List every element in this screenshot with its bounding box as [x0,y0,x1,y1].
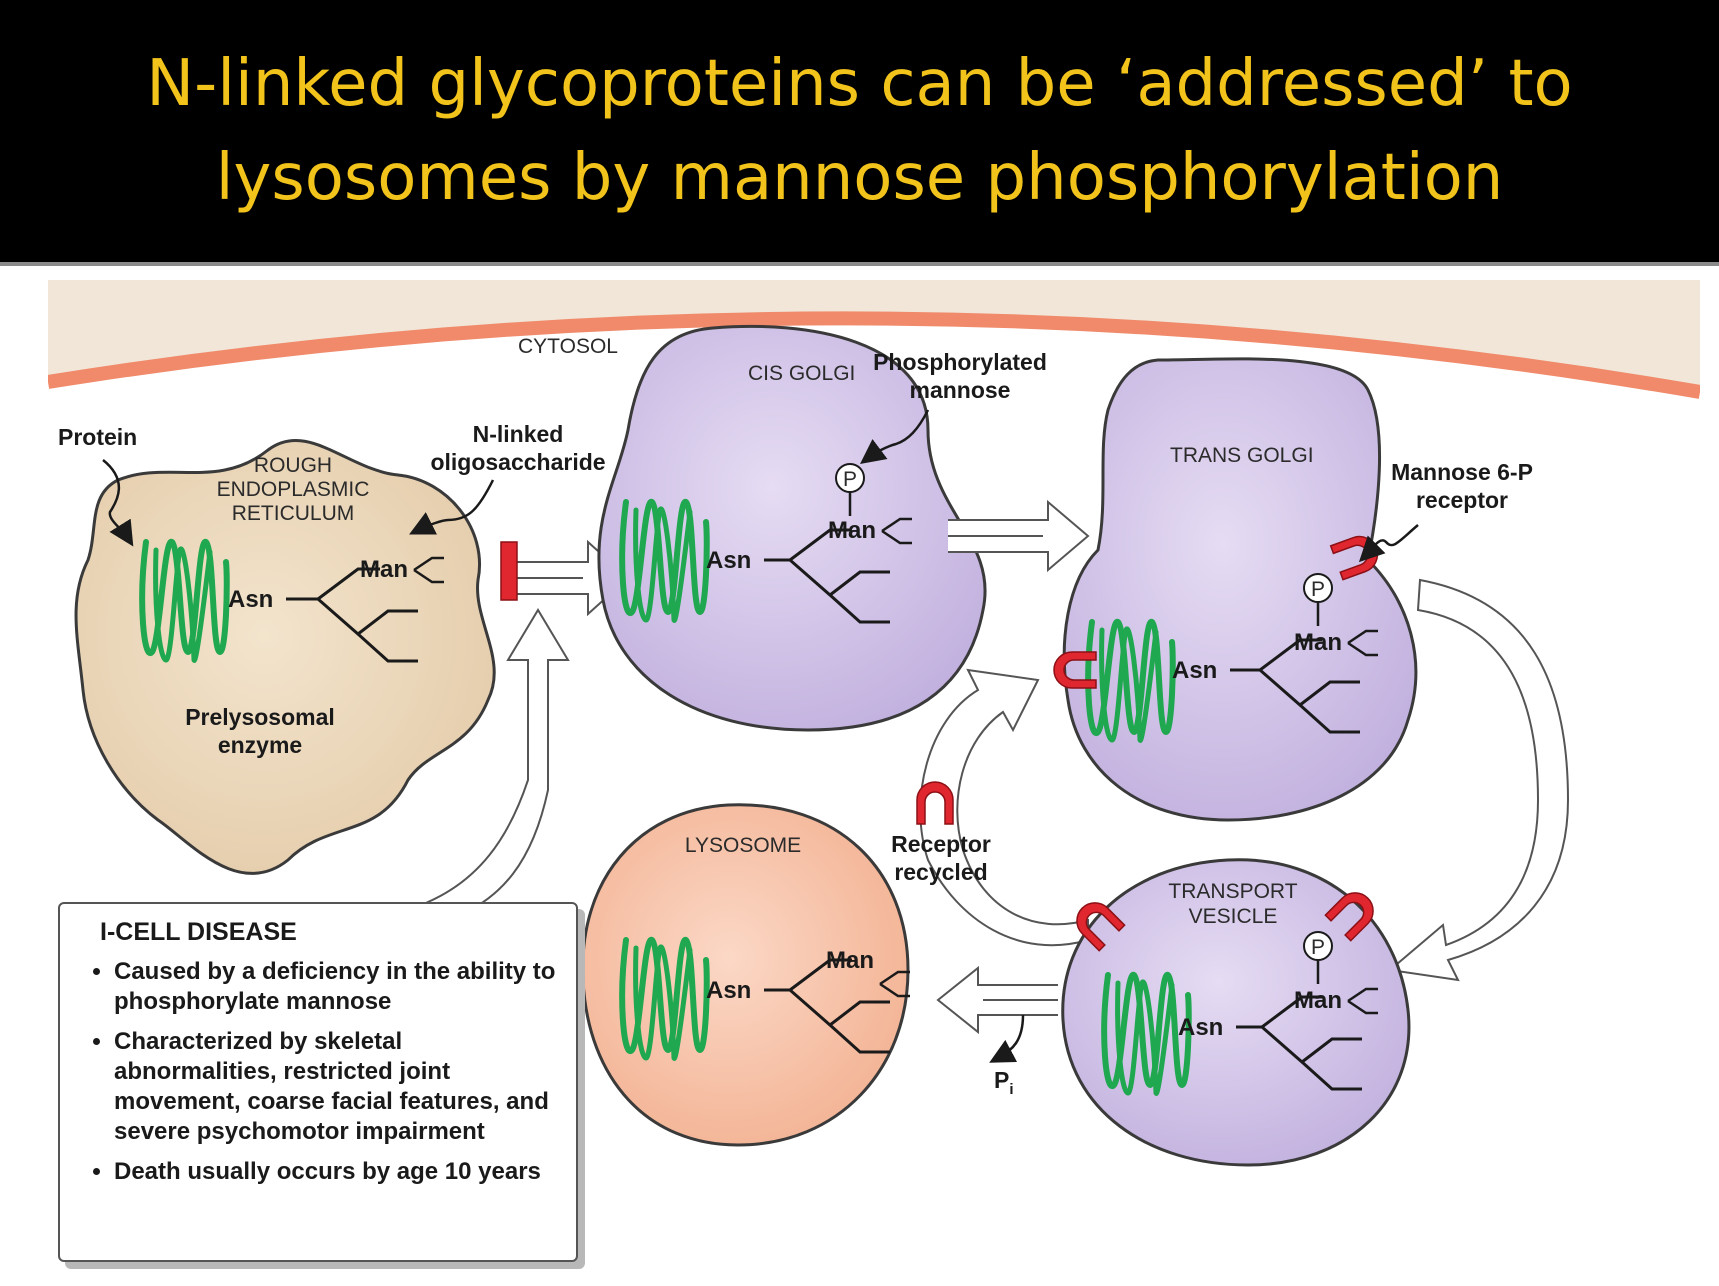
cis-golgi-asn-label: Asn [706,547,751,574]
lysosome-targeting-figure: CYTOSOL ROUGH ENDOPLASMIC RETICULUM Asn … [48,280,1700,1280]
lysosome-man-label: Man [826,947,874,974]
i-cell-bullet-3: Death usually occurs by age 10 years [114,1157,558,1187]
slide-title-line-2: lysosomes by mannose phosphorylation [215,141,1504,215]
vesicle-p-label: P [1311,936,1325,959]
transport-vesicle-label-line-2: VESICLE [1189,905,1278,928]
phosphate-release-pointer [989,1014,1025,1063]
trans-golgi-asn-label: Asn [1172,657,1217,684]
phosphorylated-mannose-label-line-2: mannose [910,377,1011,403]
cis-golgi-man-label: Man [828,517,876,544]
i-cell-disease-bullets: Caused by a deficiency in the ability to… [90,957,558,1187]
prelysosomal-label-line-1: Prelysosomal [185,704,335,730]
i-cell-bullet-2: Characterized by skeletal abnormalities,… [114,1027,558,1147]
rer-man-label: Man [360,556,408,583]
transport-vesicle-label-line-1: TRANSPORT [1168,880,1297,903]
slide-title-line-1: N-linked glycoproteins can be ‘addressed… [146,47,1573,121]
vesicle-man-label: Man [1294,987,1342,1014]
trans-golgi-shape [1062,357,1418,822]
i-cell-disease-box: I-CELL DISEASE Caused by a deficiency in… [58,902,578,1262]
n-linked-label-line-2: oligosaccharide [430,449,605,475]
m6p-receptor-label-line-2: receptor [1416,487,1508,513]
cytosol-label: CYTOSOL [518,335,618,358]
trans-golgi-p-label: P [1311,578,1325,601]
m6p-receptor-label-line-1: Mannose 6-P [1391,459,1533,485]
i-cell-block [500,541,518,601]
title-bar: N-linked glycoproteins can be ‘addressed… [0,0,1719,266]
trans-to-vesicle-arrow [1387,578,1570,982]
receptor-recycled-label-line-1: Receptor [891,831,991,857]
lysosome-asn-label: Asn [706,977,751,1004]
cis-golgi-label: CIS GOLGI [748,362,855,385]
rer-label-line-2: ENDOPLASMIC [217,478,370,501]
trans-golgi-label: TRANS GOLGI [1170,444,1314,467]
vesicle-asn-label: Asn [1178,1014,1223,1041]
slide: N-linked glycoproteins can be ‘addressed… [0,0,1719,1286]
lysosome-label: LYSOSOME [685,834,801,857]
rer-label-line-3: RETICULUM [232,502,355,525]
trans-golgi-man-label: Man [1294,629,1342,656]
receptor-recycled-label-line-2: recycled [894,859,987,885]
i-cell-bullet-1: Caused by a deficiency in the ability to… [114,957,558,1017]
phosphorylated-mannose-label-line-1: Phosphorylated [873,349,1047,375]
cis-golgi-p-label: P [843,468,857,491]
n-linked-label-line-1: N-linked [473,421,564,447]
rer-label-line-1: ROUGH [254,454,332,477]
protein-label: Protein [58,424,137,450]
rer-asn-label: Asn [228,586,273,613]
i-cell-disease-title: I-CELL DISEASE [100,918,297,946]
prelysosomal-label-line-2: enzyme [218,732,302,758]
phosphate-released-label: Pi [994,1067,1014,1098]
